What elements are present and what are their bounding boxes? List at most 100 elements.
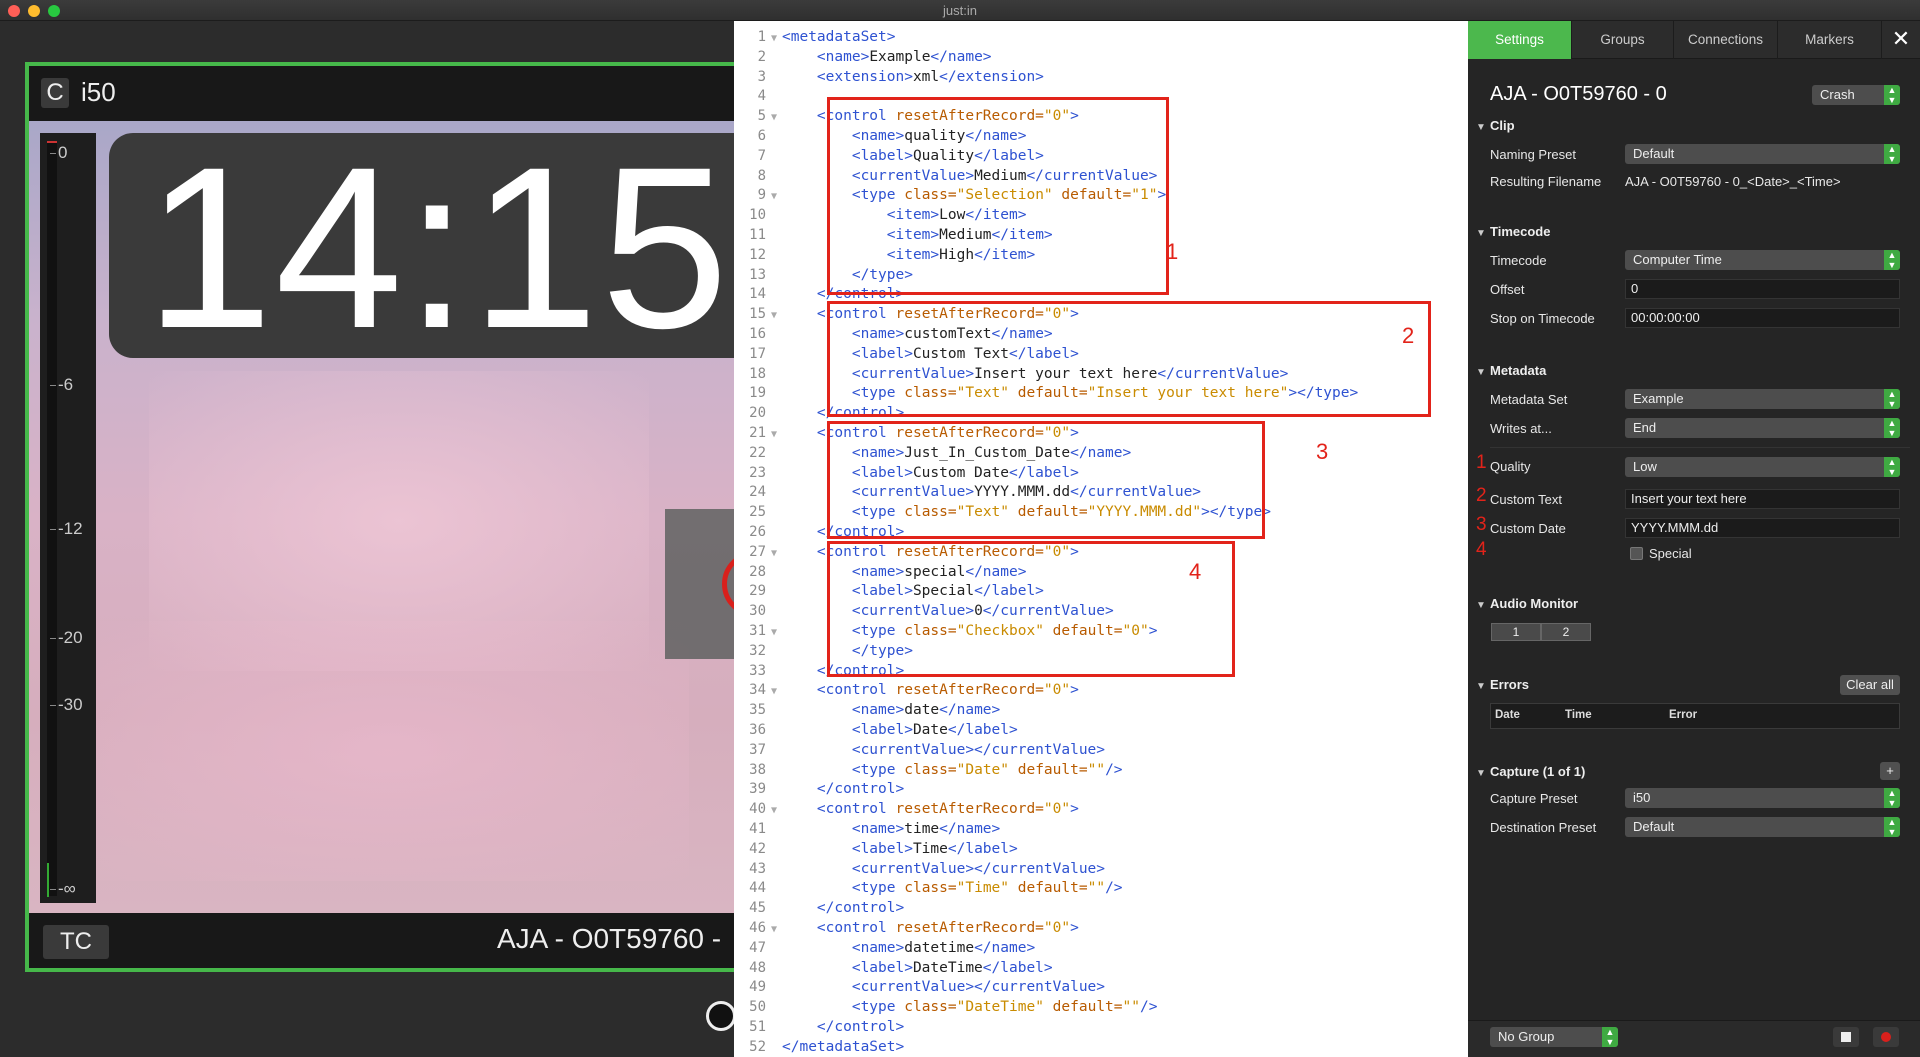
annotation-label-2: 2 — [1402, 323, 1415, 348]
code-line[interactable]: 39 </control> — [734, 780, 1468, 800]
disclosure-icon: ▼ — [1476, 367, 1486, 378]
code-line[interactable]: 2 <name>Example</name> — [734, 48, 1468, 68]
section-metadata[interactable]: ▼ Metadata — [1476, 363, 1546, 378]
code-token: > — [1070, 682, 1079, 699]
quality-select[interactable]: Low ▲ ▼ — [1625, 457, 1900, 477]
record-icon[interactable] — [1873, 1027, 1899, 1047]
monitor-preset: i50 — [81, 77, 116, 107]
line-number: 34 — [749, 682, 766, 699]
fold-toggle-icon[interactable]: ▼ — [766, 425, 782, 445]
naming-preset-select[interactable]: Default ▲ ▼ — [1625, 144, 1900, 164]
audio-channel-2[interactable]: 2 — [1541, 623, 1591, 641]
record-toggle-icon[interactable] — [706, 1001, 734, 1031]
code-token: default= — [1043, 999, 1123, 1016]
code-line[interactable]: 35 <name>date</name> — [734, 701, 1468, 721]
fold-toggle-icon[interactable]: ▼ — [766, 682, 782, 702]
line-number: 12 — [749, 246, 766, 263]
section-clip[interactable]: ▼ Clip — [1476, 118, 1515, 133]
code-token: <type — [851, 761, 905, 778]
fold-toggle-icon[interactable]: ▼ — [766, 108, 782, 128]
clear-all-button[interactable]: Clear all — [1840, 675, 1900, 695]
line-number: 35 — [749, 702, 766, 719]
code-token: resetAfterRecord= — [895, 920, 1044, 936]
code-line[interactable]: 51 </control> — [734, 1018, 1468, 1038]
code-line[interactable]: 50 <type class="DateTime" default=""/> — [734, 998, 1468, 1018]
line-number: 23 — [749, 464, 766, 481]
fold-toggle-icon[interactable]: ▼ — [766, 544, 782, 564]
fold-toggle-icon[interactable]: ▼ — [766, 29, 782, 49]
stop-on-timecode-field[interactable]: 00:00:00:00 — [1625, 308, 1900, 328]
fold-toggle-icon[interactable]: ▼ — [766, 801, 782, 821]
code-line[interactable]: 40 ▼ <control resetAfterRecord="0"> — [734, 800, 1468, 820]
group-select[interactable]: No Group ▲ ▼ — [1490, 1027, 1618, 1047]
code-line[interactable]: 1 ▼ <metadataSet> — [734, 28, 1468, 48]
section-timecode[interactable]: ▼ Timecode — [1476, 224, 1550, 239]
audio-channel-1[interactable]: 1 — [1491, 623, 1541, 641]
fold-toggle-icon — [766, 524, 782, 544]
metadata-set-select[interactable]: Example ▲ ▼ — [1625, 389, 1900, 409]
custom-date-field[interactable]: YYYY.MMM.dd — [1625, 518, 1900, 538]
code-token: <name> — [851, 702, 905, 719]
timecode-overlay: 14:15: — [109, 119, 734, 376]
section-capture[interactable]: ▼ Capture (1 of 1) — [1476, 764, 1585, 779]
tab-settings[interactable]: Settings — [1468, 21, 1572, 59]
code-line[interactable]: 42 <label>Time</label> — [734, 840, 1468, 860]
code-line[interactable]: 38 <type class="Date" default=""/> — [734, 761, 1468, 781]
fold-toggle-icon[interactable]: ▼ — [766, 306, 782, 326]
tab-markers[interactable]: Markers — [1778, 21, 1882, 59]
code-line[interactable]: 37 <currentValue></currentValue> — [734, 741, 1468, 761]
code-line[interactable]: 48 <label>DateTime</label> — [734, 959, 1468, 979]
code-token: > — [1070, 920, 1079, 936]
mode-select[interactable]: Crash ▲ ▼ — [1812, 85, 1900, 105]
code-line[interactable]: 46 ▼ <control resetAfterRecord="0"> — [734, 919, 1468, 939]
code-line[interactable]: 44 <type class="Time" default=""/> — [734, 879, 1468, 899]
code-line[interactable]: 43 <currentValue></currentValue> — [734, 860, 1468, 880]
section-audio-monitor[interactable]: ▼ Audio Monitor — [1476, 596, 1578, 611]
fold-toggle-icon — [766, 207, 782, 227]
tab-connections[interactable]: Connections — [1674, 21, 1778, 59]
xml-editor[interactable]: 1 ▼ <metadataSet> 2 <name>Example</name> 3 <… — [734, 21, 1468, 1057]
meter-tick: 0 — [49, 143, 68, 162]
section-errors-label: Errors — [1490, 677, 1530, 692]
destination-preset-select[interactable]: Default ▲ ▼ — [1625, 817, 1900, 837]
fold-toggle-icon[interactable]: ▼ — [766, 920, 782, 940]
code-token: </name> — [939, 702, 1001, 719]
line-number: 5 — [757, 108, 766, 125]
line-number: 32 — [749, 642, 766, 659]
fold-toggle-icon — [766, 247, 782, 267]
video-monitor[interactable]: C i50 0 -6 -12 -20 -30 -∞ 14:15: TC AJA … — [25, 62, 734, 972]
line-number: 16 — [749, 326, 766, 342]
metadata-set-label: Metadata Set — [1490, 392, 1568, 407]
fold-toggle-icon — [766, 1019, 782, 1039]
clock-display: 14:15: — [145, 119, 734, 376]
fold-toggle-icon[interactable]: ▼ — [766, 187, 782, 207]
offset-field[interactable]: 0 — [1625, 279, 1900, 299]
code-line[interactable]: 36 <label>Date</label> — [734, 721, 1468, 741]
code-line[interactable]: 45 </control> — [734, 899, 1468, 919]
special-checkbox[interactable] — [1630, 547, 1643, 560]
writes-at-select[interactable]: End ▲ ▼ — [1625, 418, 1900, 438]
tab-groups[interactable]: Groups — [1572, 21, 1674, 59]
stop-icon[interactable] — [1833, 1027, 1859, 1047]
code-line[interactable]: 3 <extension>xml</extension> — [734, 68, 1468, 88]
section-errors[interactable]: ▼ Errors — [1476, 677, 1529, 692]
naming-preset-value: Default — [1633, 146, 1675, 161]
timecode-select[interactable]: Computer Time ▲ ▼ — [1625, 250, 1900, 270]
code-line[interactable]: 52 </metadataSet> — [734, 1038, 1468, 1057]
capture-preset-select[interactable]: i50 ▲ ▼ — [1625, 788, 1900, 808]
code-line[interactable]: 47 <name>datetime</name> — [734, 939, 1468, 959]
fold-toggle-icon[interactable]: ▼ — [766, 623, 782, 643]
add-capture-button[interactable]: + — [1880, 762, 1900, 780]
code-token: </name> — [939, 821, 1001, 837]
custom-text-field[interactable]: Insert your text here — [1625, 489, 1900, 509]
code-line[interactable]: 41 <name>time</name> — [734, 820, 1468, 840]
code-line[interactable]: 34 ▼ <control resetAfterRecord="0"> — [734, 681, 1468, 701]
code-line[interactable]: 49 <currentValue></currentValue> — [734, 978, 1468, 998]
close-icon[interactable]: ✕ — [1882, 21, 1920, 59]
disclosure-icon: ▼ — [1476, 122, 1486, 133]
